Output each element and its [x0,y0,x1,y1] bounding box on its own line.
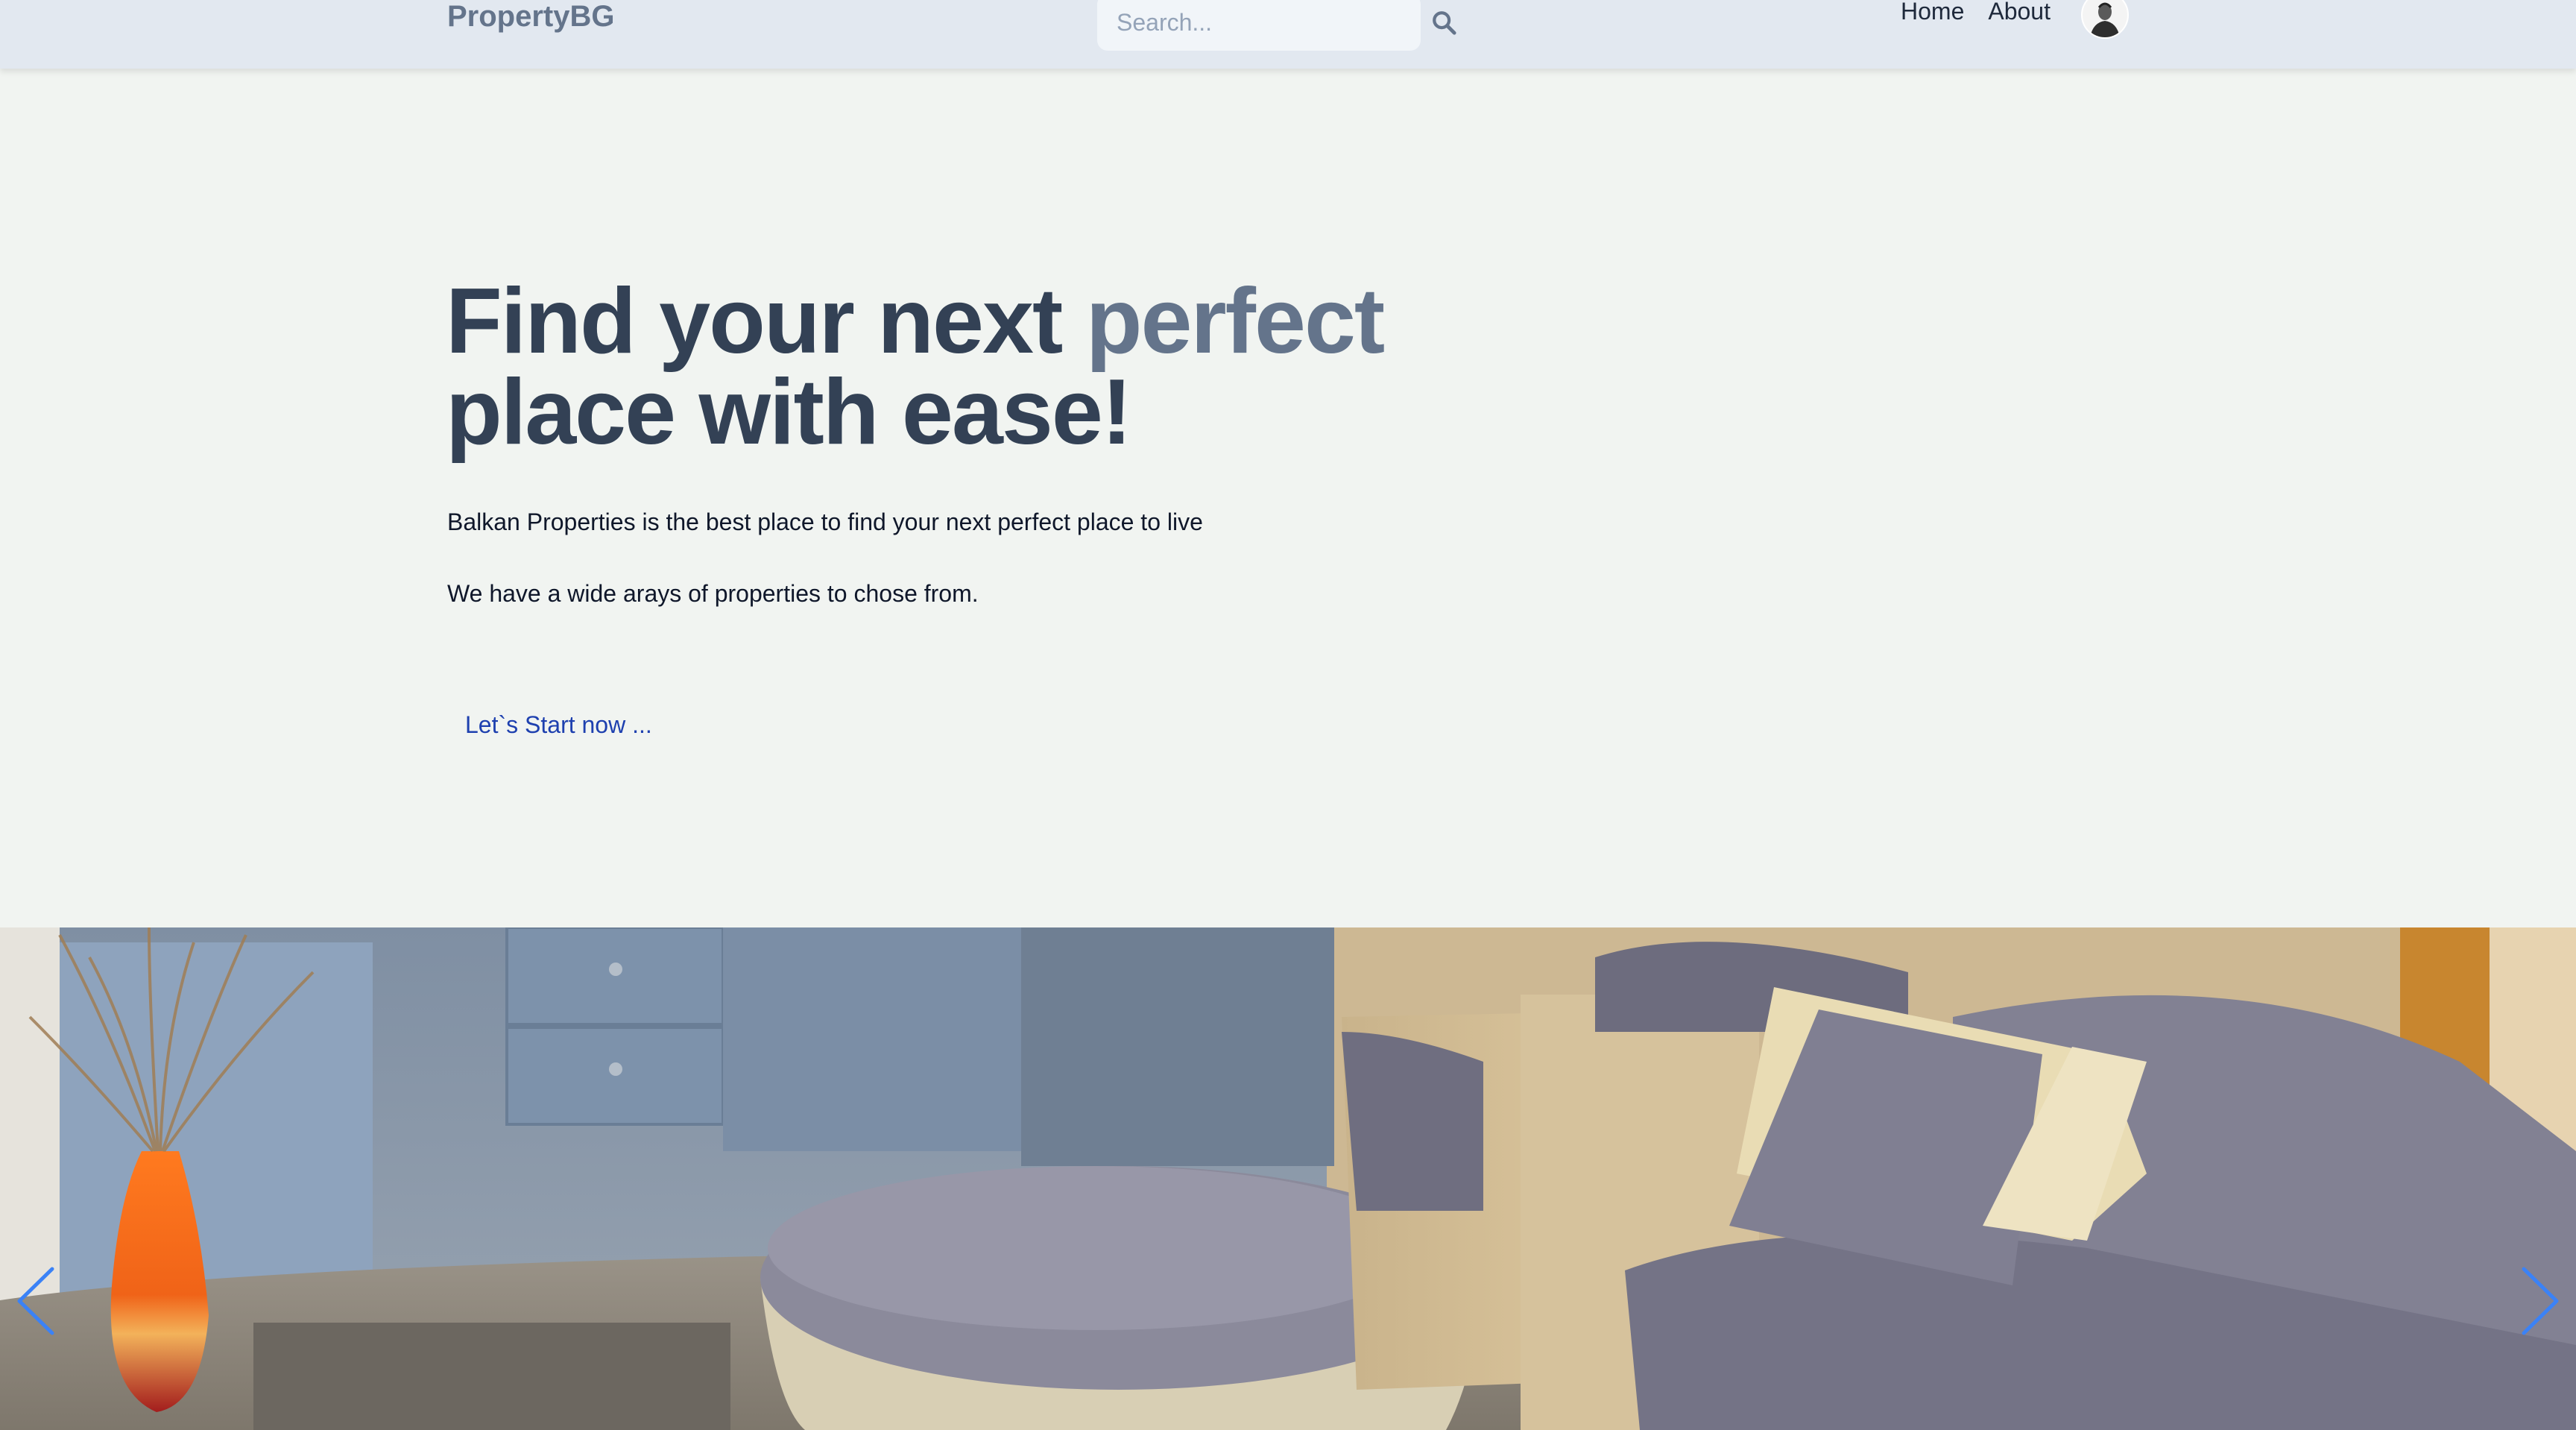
carousel-next-icon[interactable] [2513,1260,2566,1342]
hero-description: Balkan Properties is the best place to f… [447,508,1203,535]
search-icon[interactable] [1431,7,1456,37]
start-now-link[interactable]: Let`s Start now ... [465,710,652,740]
nav-link-home[interactable]: Home [1901,0,1964,23]
search-input[interactable] [1115,7,1431,37]
property-carousel [0,927,2576,1430]
hero-subdescription: We have a wide arays of properties to ch… [447,580,979,607]
top-navbar: PropertyBG Home About [0,0,2576,69]
brand-logo[interactable]: PropertyBG [447,0,615,33]
hero-title-accent: perfect [1085,270,1385,373]
living-room-photo [0,927,2576,1430]
search-box [1097,0,1456,51]
main-nav: Home About [1901,0,2051,23]
hero-title-part2: place with ease! [446,361,1132,464]
user-avatar[interactable] [2081,0,2129,39]
carousel-prev-icon[interactable] [10,1260,63,1342]
hero-title-part1: Find your next [446,270,1086,373]
nav-link-about[interactable]: About [1988,0,2051,23]
hero-title: Find your next perfect place with ease! [446,275,1385,459]
